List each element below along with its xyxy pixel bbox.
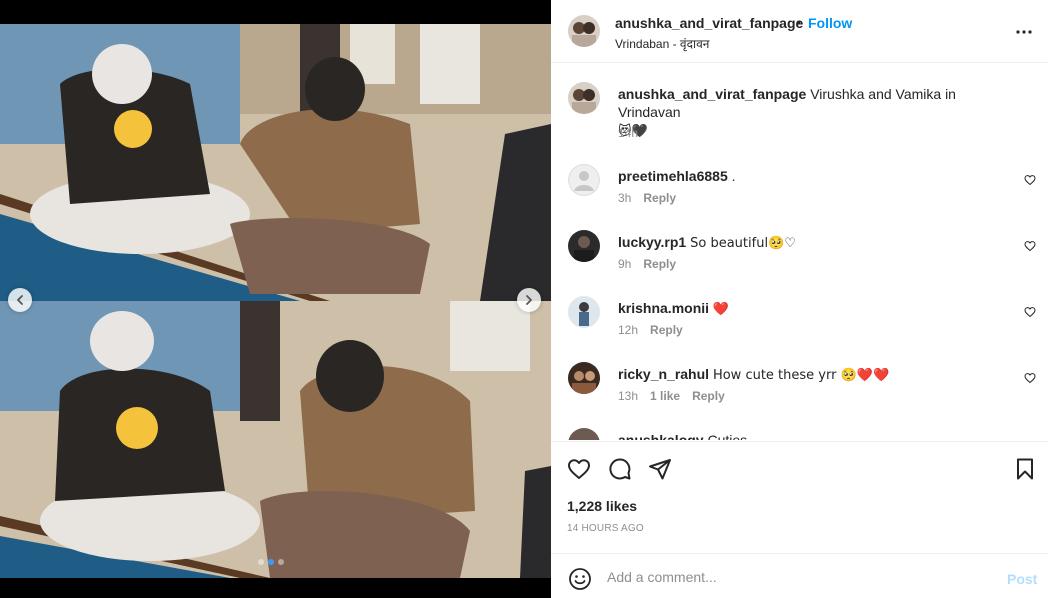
commenter-username[interactable]: krishna.monii [618, 300, 709, 316]
comment-meta: 13h 1 like Reply [618, 389, 725, 403]
comment-meta: 3h Reply [618, 191, 676, 205]
like-comment-heart-icon[interactable] [1024, 240, 1036, 252]
post-location[interactable]: Vrindaban - वृंदावन [615, 35, 709, 52]
comment-text: anushkalogy Cuties [618, 431, 747, 440]
carousel-indicator [258, 559, 284, 565]
caption-text: anushka_and_virat_fanpage Virushka and V… [618, 85, 1018, 141]
comment-item: luckyy.rp1 So beautiful🥺♡ 9h Reply [568, 230, 1038, 280]
temple-scene-image [0, 24, 551, 301]
comment-input[interactable] [607, 566, 987, 588]
post-timestamp: 14 HOURS AGO [567, 523, 644, 534]
author-username[interactable]: anushka_and_virat_fanpage [615, 15, 803, 31]
commenter-avatar[interactable] [568, 362, 600, 394]
post-photo-1 [0, 24, 551, 301]
caption-username[interactable]: anushka_and_virat_fanpage [618, 86, 806, 102]
carousel-dot [258, 559, 264, 565]
post-photo-2 [0, 301, 551, 578]
caption-avatar[interactable] [568, 82, 600, 114]
commenter-username[interactable]: anushkalogy [618, 432, 704, 440]
comment-body: So beautiful🥺♡ [690, 236, 796, 251]
chevron-left-icon [17, 295, 23, 305]
comment-text: luckyy.rp1 So beautiful🥺♡ [618, 233, 796, 253]
next-photo-button[interactable] [517, 288, 541, 312]
comment-timestamp: 13h [618, 389, 639, 403]
like-comment-heart-icon[interactable] [1024, 372, 1036, 384]
reply-button[interactable]: Reply [692, 389, 725, 403]
like-comment-heart-icon[interactable] [1024, 174, 1036, 186]
reply-button[interactable]: Reply [650, 323, 683, 337]
commenter-username[interactable]: luckyy.rp1 [618, 234, 686, 250]
comment-body: Cuties [707, 432, 748, 440]
chevron-right-icon [526, 295, 532, 305]
comments-list[interactable]: anushka_and_virat_fanpage Virushka and V… [551, 64, 1048, 440]
more-options-icon[interactable] [1012, 20, 1036, 44]
commenter-avatar[interactable] [568, 164, 600, 196]
comment-meta: 12h Reply [618, 323, 683, 337]
commenter-avatar[interactable] [568, 230, 600, 262]
comment-body: . [731, 168, 736, 184]
commenter-avatar[interactable] [568, 296, 600, 328]
share-paper-plane-icon[interactable] [648, 457, 672, 481]
comment-likes-count[interactable]: 1 like [650, 389, 680, 403]
author-avatar[interactable] [568, 15, 600, 47]
comment-text: krishna.monii ❤️ [618, 299, 729, 319]
commenter-avatar[interactable] [568, 428, 600, 440]
comment-text: ricky_n_rahul How cute these yrr 🥺❤️❤️ [618, 365, 889, 385]
comment-meta: 9h Reply [618, 257, 676, 271]
reply-button[interactable]: Reply [643, 191, 676, 205]
save-bookmark-icon[interactable] [1013, 457, 1037, 481]
comment-timestamp: 12h [618, 323, 639, 337]
add-comment-bar: Post [551, 553, 1048, 598]
comment-item: krishna.monii ❤️ 12h Reply [568, 296, 1038, 346]
likes-count[interactable]: 1,228 likes [567, 498, 637, 514]
follow-button[interactable]: Follow [808, 15, 852, 31]
post-media[interactable] [0, 0, 551, 598]
commenter-username[interactable]: ricky_n_rahul [618, 366, 709, 382]
like-heart-icon[interactable] [567, 457, 591, 481]
comment-bubble-icon[interactable] [608, 457, 632, 481]
reply-button[interactable]: Reply [643, 257, 676, 271]
comment-item: preetimehla6885 . 3h Reply [568, 164, 1038, 214]
carousel-dot [278, 559, 284, 565]
comment-timestamp: 9h [618, 257, 632, 271]
comment-item: ricky_n_rahul How cute these yrr 🥺❤️❤️ 1… [568, 362, 1038, 412]
post-header: anushka_and_virat_fanpage • Follow Vrind… [551, 0, 1048, 63]
post-actions: 1,228 likes 14 HOURS AGO [551, 441, 1048, 553]
emoji-picker-icon[interactable] [568, 567, 592, 591]
separator-dot: • [796, 14, 801, 30]
post-details-panel: anushka_and_virat_fanpage • Follow Vrind… [551, 0, 1048, 598]
commenter-username[interactable]: preetimehla6885 [618, 168, 728, 184]
comment-text: preetimehla6885 . [618, 167, 736, 185]
caption-timestamp: 14h [618, 126, 639, 140]
comment-body: How cute these yrr 🥺❤️❤️ [712, 368, 890, 383]
temple-scene-image [0, 301, 551, 578]
comment-item: anushkalogy Cuties [568, 428, 1038, 440]
post-comment-button[interactable]: Post [1007, 571, 1037, 587]
previous-photo-button[interactable] [8, 288, 32, 312]
comment-body: ❤️ [712, 302, 730, 317]
carousel-dot-active [268, 559, 274, 565]
like-comment-heart-icon[interactable] [1024, 306, 1036, 318]
comment-timestamp: 3h [618, 191, 632, 205]
